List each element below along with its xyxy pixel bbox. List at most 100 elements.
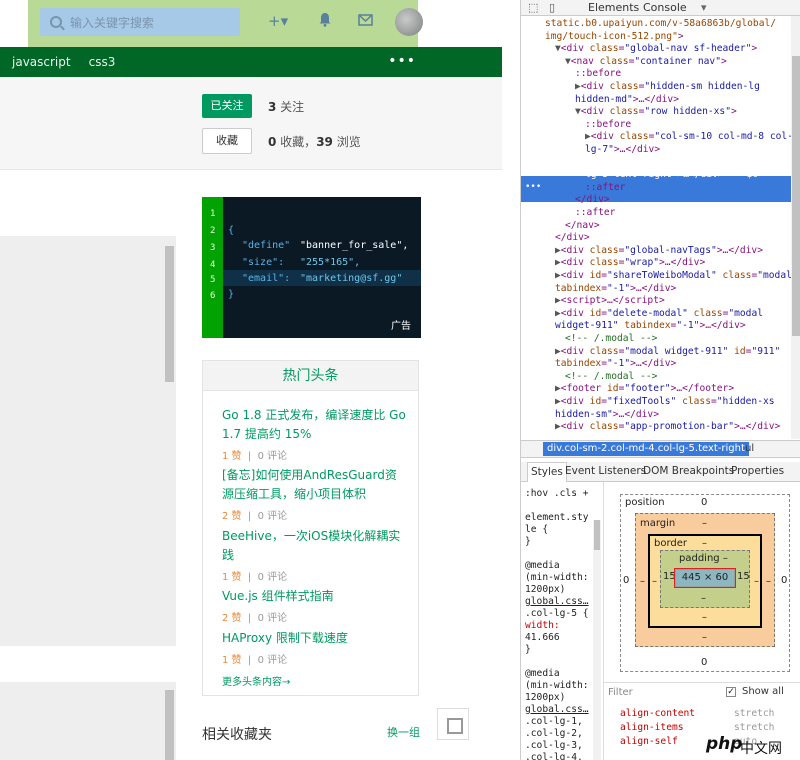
style-rule-line[interactable]: (min-width: (525, 680, 589, 692)
border-bottom-value[interactable]: – (702, 612, 707, 623)
dom-node-line[interactable]: ::before (575, 68, 621, 81)
style-rule-line[interactable]: global.css… (525, 596, 589, 608)
style-rule-line[interactable]: (min-width: (525, 572, 589, 584)
show-all-checkbox[interactable]: ✓ (726, 687, 736, 697)
dom-node-line[interactable]: ▶<div class="col-sm-10 col-md-8 col- (585, 131, 791, 144)
style-rule-line[interactable]: element.sty (525, 512, 589, 524)
style-rule-line[interactable]: .col-lg-1, (525, 716, 583, 728)
dom-node-line[interactable]: ▶<div id="delete-modal" class="modal (555, 308, 763, 321)
switch-group-link[interactable]: 换一组 (387, 724, 420, 740)
hot-news-link[interactable]: Go 1.8 正式发布，编译速度比 Go 1.7 提高约 15% (222, 406, 407, 444)
bell-icon[interactable] (318, 12, 332, 31)
computed-prop[interactable]: align-items (620, 722, 684, 733)
margin-bottom-value[interactable]: – (702, 632, 707, 643)
tab-styles[interactable]: Styles (527, 462, 567, 482)
dom-node-line[interactable]: img/touch-icon-512.png"> (545, 31, 684, 44)
tab-elements[interactable]: Elements (588, 1, 639, 14)
ellipsis-icon[interactable]: ••• (525, 181, 541, 194)
dom-node-line[interactable]: ▶<footer id="footer">…</footer> (555, 383, 734, 396)
dom-node-line[interactable]: ▼<div class="row hidden-xs"> (575, 106, 737, 119)
plus-dropdown-button[interactable]: +▾ (268, 12, 288, 30)
dom-node-line[interactable]: <!-- /.modal --> (565, 371, 657, 384)
hot-news-link[interactable]: [备忘]如何使用AndResGuard资源压缩工具，缩小项目体积 (222, 466, 407, 504)
position-left-value[interactable]: 0 (623, 575, 629, 586)
dom-node-line[interactable]: ▶<div id="fixedTools" class="hidden-xs (555, 396, 775, 409)
dom-node-line[interactable]: lg-7">…</div> (585, 144, 660, 157)
dom-node-line[interactable]: lg-5 text-right">…</div> == $0 (585, 169, 758, 182)
lower-scrollbar-thumb[interactable] (165, 690, 174, 760)
position-right-value[interactable]: 0 (781, 575, 787, 586)
margin-left-value[interactable]: – (640, 576, 645, 587)
style-rule-line[interactable]: .col-lg-5 { (525, 608, 589, 620)
more-icon[interactable]: ••• (388, 53, 416, 69)
dom-node-line[interactable]: hidden-sm">…</div> (555, 409, 659, 422)
border-left-value[interactable]: – (652, 576, 657, 587)
styles-pane[interactable]: :hov .cls + element.sty le {} @media (min-wi… (521, 482, 601, 760)
favorite-button[interactable]: 收藏 (202, 128, 252, 154)
dom-node-line[interactable]: ▶<div id="shareToWeiboModal" class="moda… (555, 270, 791, 283)
hot-news-link[interactable]: Vue.js 组件样式指南 (222, 587, 407, 606)
user-avatar[interactable] (395, 8, 423, 36)
nav-tag-css3[interactable]: css3 (89, 55, 116, 69)
dom-node-line[interactable]: ▶<div class="wrap">…</div> (555, 257, 705, 270)
content-scrollbar-thumb[interactable] (165, 246, 174, 382)
style-rule-line[interactable]: 1200px) (525, 692, 565, 704)
padding-right-value[interactable]: 15 (737, 571, 750, 582)
style-rule-line[interactable]: width: (525, 620, 560, 632)
inspect-element-icon[interactable]: ⬚ (528, 1, 538, 14)
styles-scrollbar[interactable] (593, 520, 601, 760)
more-hot-news-link[interactable]: 更多头条内容→ (222, 673, 290, 688)
dom-node-line[interactable]: </div> (555, 232, 590, 245)
margin-right-value[interactable]: – (766, 576, 771, 587)
computed-prop[interactable]: align-self (620, 736, 678, 747)
style-rule-line[interactable]: le { (525, 524, 548, 536)
style-rule-line[interactable]: } (525, 644, 531, 656)
dom-node-line[interactable]: ▶<div class="hidden-sm hidden-lg (575, 81, 760, 94)
breadcrumb-next[interactable]: ul (745, 442, 754, 456)
tab-dom-breakpoints[interactable]: DOM Breakpoints (643, 465, 734, 477)
dom-node-line[interactable]: ::after (575, 207, 615, 220)
style-rule-line[interactable]: @media (525, 560, 560, 572)
box-model-content[interactable]: 445 × 60 (674, 568, 736, 588)
tab-properties[interactable]: Properties (731, 465, 784, 477)
style-rule-line[interactable]: } (525, 536, 531, 548)
dom-tree[interactable]: ••• static.b0.upaiyun.com/v-58a6863b/glo… (521, 16, 791, 439)
follow-button[interactable]: 已关注 (202, 94, 252, 118)
dom-node-line[interactable]: ::before (585, 119, 631, 132)
dom-node-line[interactable]: hidden-md">…</div> (575, 94, 679, 107)
styles-scrollbar-thumb[interactable] (594, 520, 600, 550)
border-right-value[interactable]: – (754, 576, 759, 587)
style-rule-line[interactable]: .col-lg-3, (525, 740, 583, 752)
position-top-value[interactable]: 0 (701, 497, 707, 508)
tab-console[interactable]: Console (643, 1, 687, 14)
computed-prop[interactable]: align-content (620, 708, 695, 719)
tab-event-listeners[interactable]: Event Listeners (565, 465, 646, 477)
dom-scrollbar[interactable] (791, 16, 800, 439)
qr-code-icon[interactable] (437, 708, 469, 740)
dom-node-line[interactable]: ::after (585, 182, 625, 195)
hot-news-link[interactable]: BeeHive，一次iOS模块化解耦实践 (222, 527, 407, 565)
device-toolbar-icon[interactable]: ▯ (549, 1, 555, 14)
dom-node-line[interactable]: tabindex="-1">…</div> (555, 358, 676, 371)
dom-scrollbar-thumb[interactable] (792, 56, 800, 336)
style-rule-line[interactable]: .col-lg-2, (525, 728, 583, 740)
dom-node-line[interactable]: </div> (575, 194, 610, 207)
hot-news-link[interactable]: HAProxy 限制下载速度 (222, 629, 407, 648)
style-rule-line[interactable]: 1200px) (525, 584, 565, 596)
search-input[interactable]: 输入关键字搜索 (40, 8, 240, 36)
breadcrumb-selected[interactable]: div.col-sm-2.col-md-4.col-lg-5.text-righ… (543, 442, 749, 456)
padding-bottom-value[interactable]: – (701, 593, 706, 604)
more-tabs-icon[interactable]: ▾ (701, 1, 707, 14)
mail-icon[interactable] (358, 12, 373, 30)
ad-banner[interactable]: 1 2 3 4 5 6 { "define" "banner_for_sale"… (202, 197, 421, 338)
position-bottom-value[interactable]: 0 (701, 657, 707, 668)
padding-left-value[interactable]: 15 (663, 571, 676, 582)
style-rule-line[interactable]: @media (525, 668, 560, 680)
style-rule-line[interactable]: 41.666 (525, 632, 560, 644)
dom-node-line[interactable]: ▶<div class="app-promotion-bar">…</div> (555, 421, 780, 434)
style-rule-line[interactable]: :hov .cls + (525, 488, 589, 500)
nav-tag-javascript[interactable]: javascript (12, 55, 71, 69)
dom-node-line[interactable]: ▶<div class="global-navTags">…</div> (555, 245, 763, 258)
dom-node-line[interactable]: ▶ <div class="col-sm-2 col-md-4 col- (585, 157, 791, 170)
dom-node-line[interactable]: ▶<script>…</script> (555, 295, 665, 308)
